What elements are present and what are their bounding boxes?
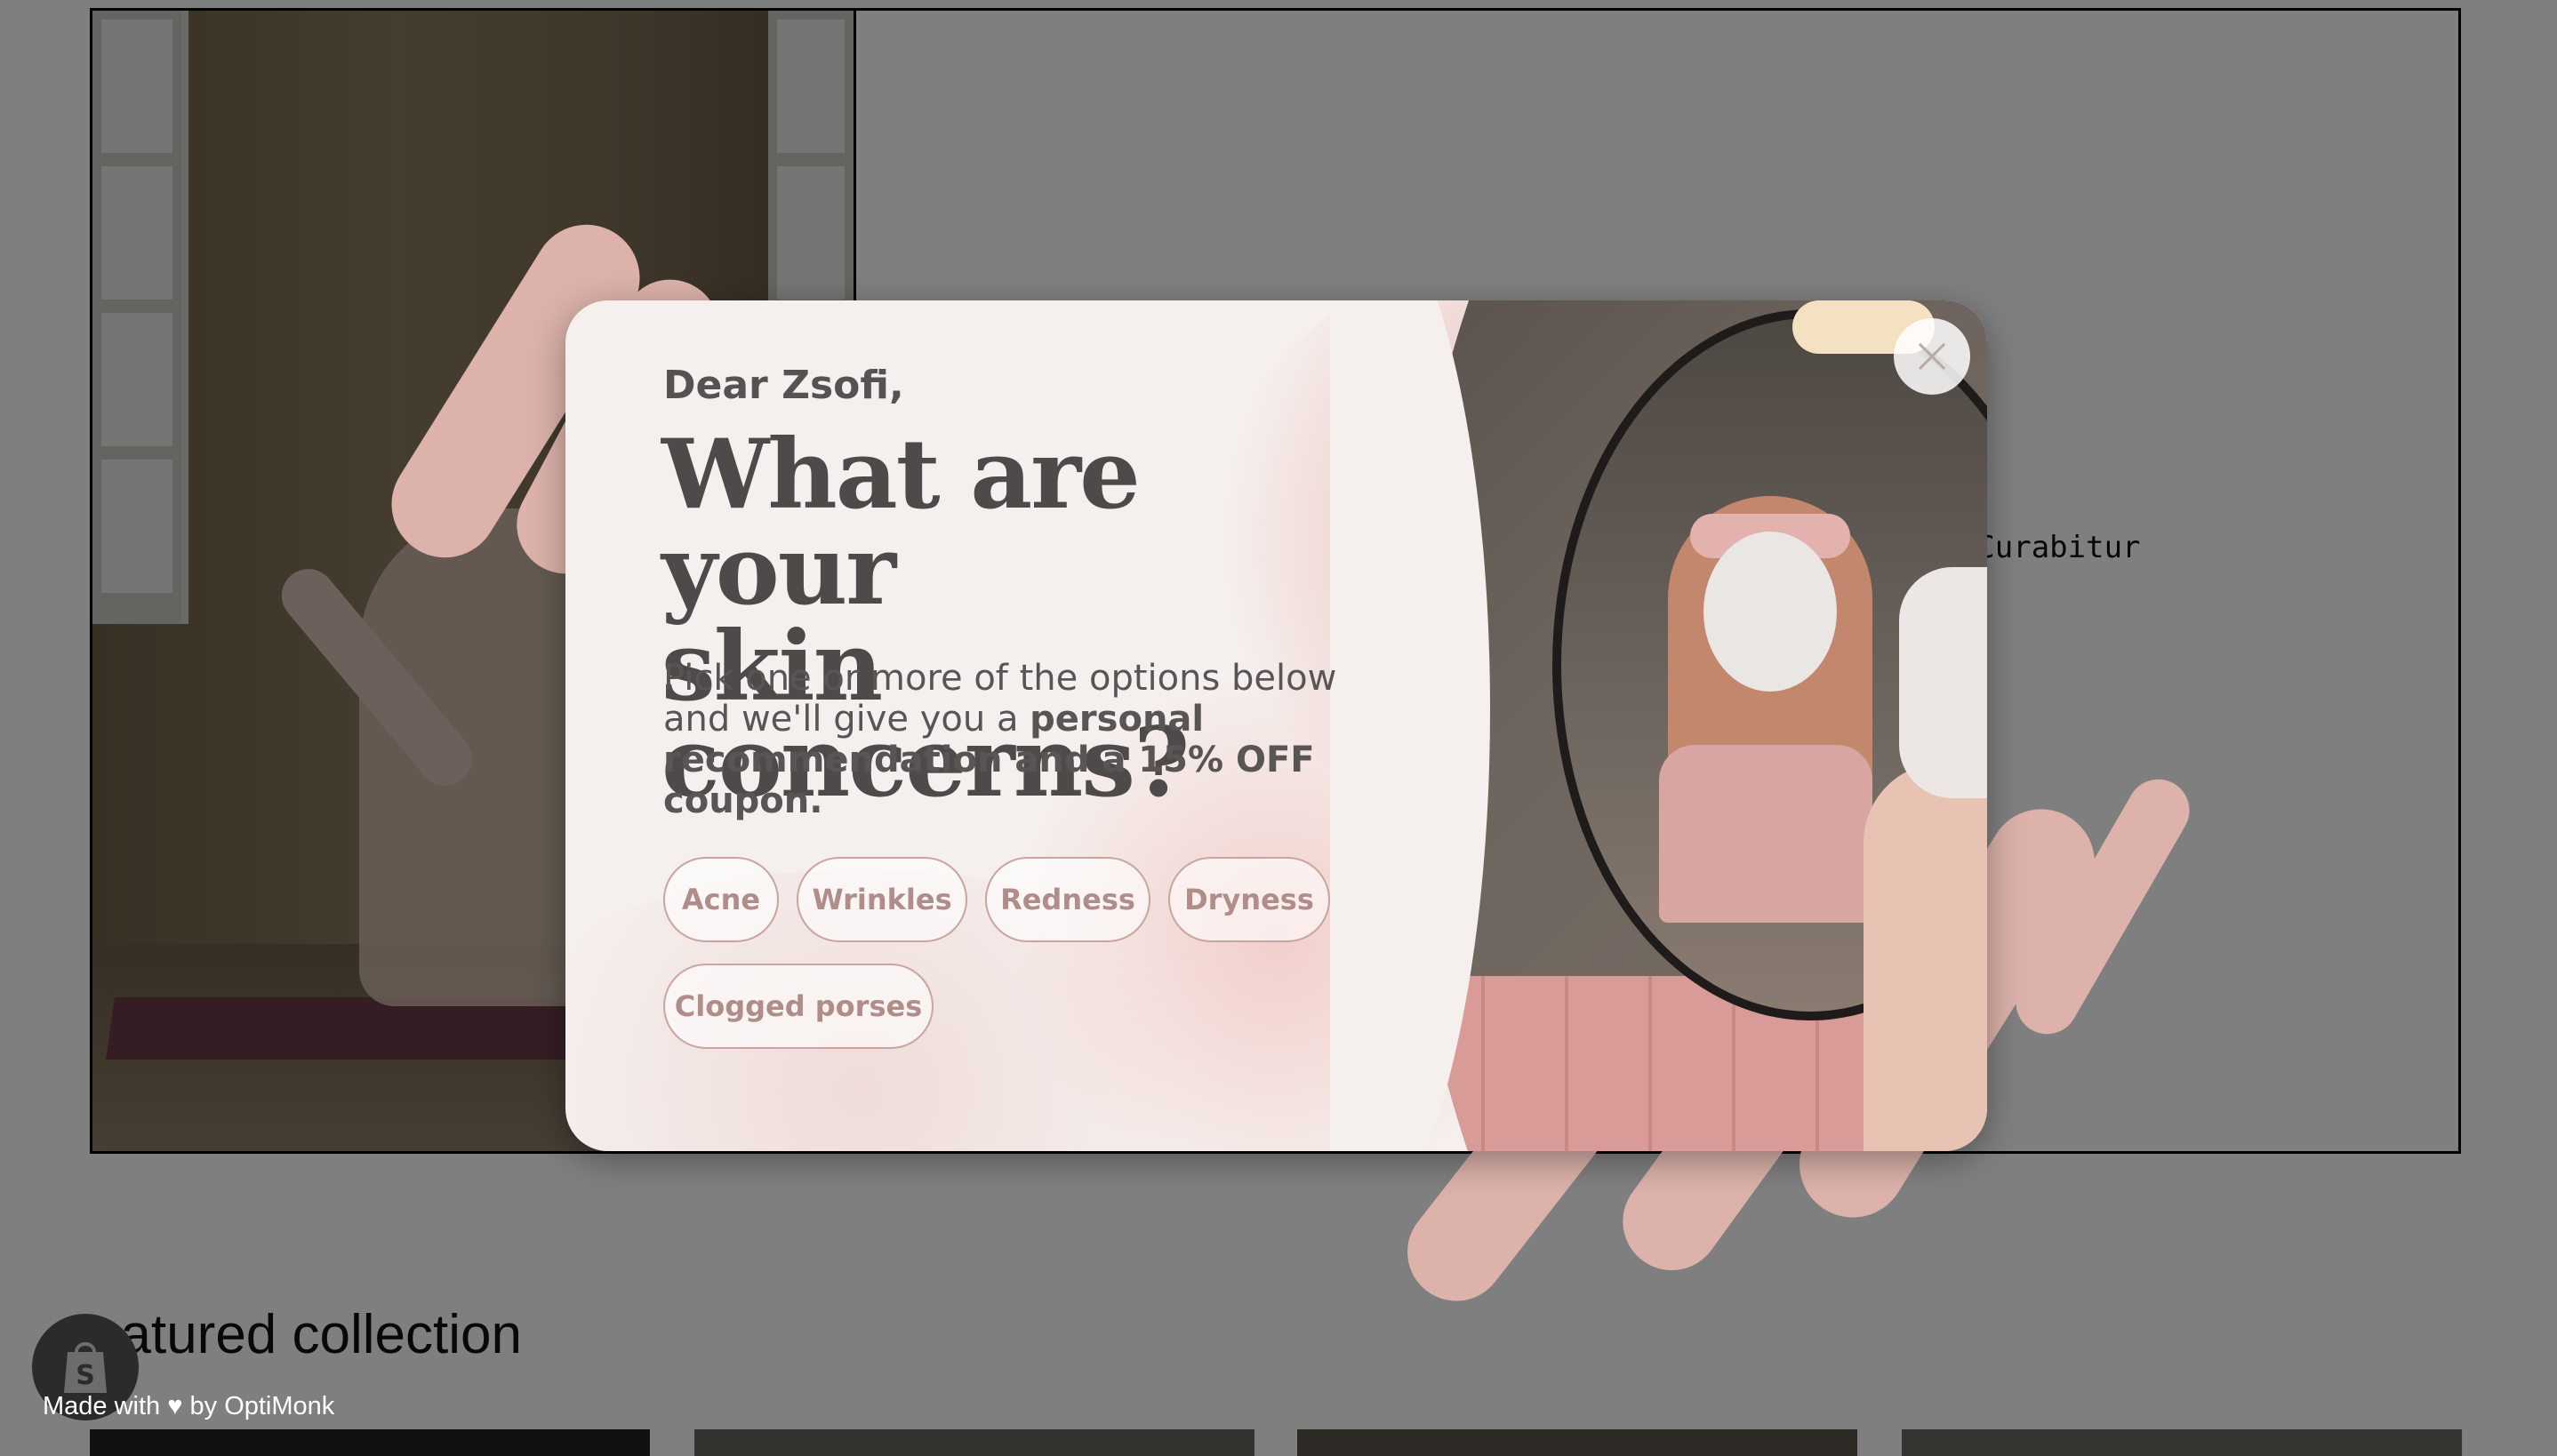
- option-wrinkles[interactable]: Wrinkles: [797, 857, 967, 942]
- pink-top: [1659, 745, 1872, 923]
- option-redness[interactable]: Redness: [985, 857, 1150, 942]
- skin-concerns-popup: Dear Zsofi, What are your skin concerns?…: [565, 300, 1987, 1151]
- woman-foreground: [1864, 763, 1987, 1151]
- optimonk-credit[interactable]: Made with ♥ by OptiMonk: [43, 1392, 334, 1421]
- option-clogged-pores[interactable]: Clogged porses: [663, 964, 934, 1049]
- option-acne[interactable]: Acne: [663, 857, 779, 942]
- popup-description: Pick one or more of the options below an…: [663, 658, 1357, 821]
- headline-line-1: What are your: [661, 419, 1141, 627]
- close-button[interactable]: [1894, 318, 1970, 395]
- greeting: Dear Zsofi,: [663, 363, 904, 408]
- close-icon: [1918, 342, 1946, 371]
- face-mask-foreground: [1899, 567, 1987, 798]
- shopify-bag-icon: S: [64, 1342, 107, 1393]
- option-dryness[interactable]: Dryness: [1168, 857, 1330, 942]
- svg-text:S: S: [76, 1360, 95, 1391]
- description-plain: Pick one or more of the options below an…: [663, 658, 1337, 740]
- face-mask: [1703, 532, 1837, 692]
